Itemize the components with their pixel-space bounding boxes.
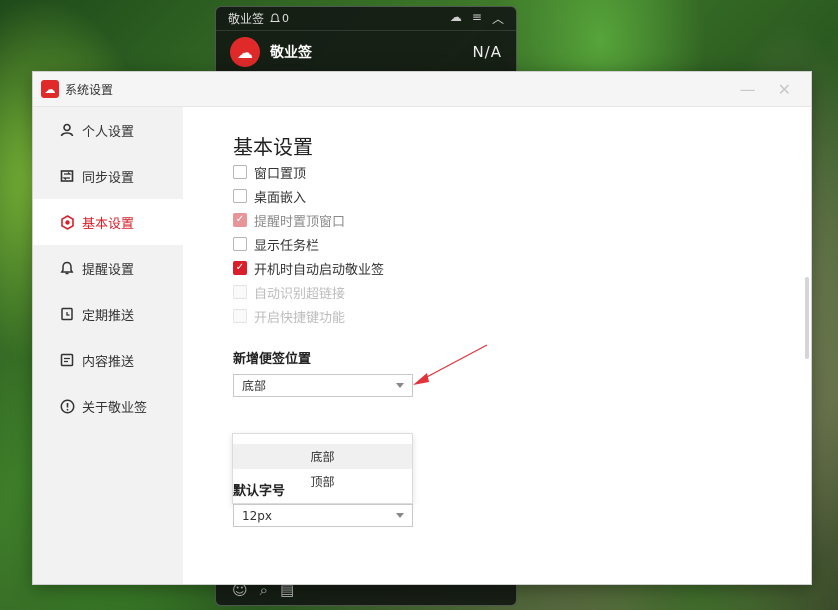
sidebar-item-sync[interactable]: 同步设置 — [33, 153, 183, 199]
sidebar-item-label: 内容推送 — [82, 354, 135, 370]
options-list: 窗口置顶 桌面嵌入 ✓ 提醒时置顶窗口 显示任务栏 ✓ 开机时自动启动敬业签 自… — [233, 160, 384, 328]
dropdown-option-bottom[interactable]: 底部 — [233, 444, 412, 469]
sidebar-item-label: 基本设置 — [82, 216, 135, 232]
checkbox[interactable] — [233, 237, 247, 251]
font-size-select[interactable]: 12px — [233, 504, 413, 527]
chevron-down-icon — [396, 513, 404, 518]
mini-bell[interactable]: 0 — [270, 12, 289, 25]
app-icon: ☁ — [41, 80, 59, 98]
option-reminder-top: ✓ 提醒时置顶窗口 — [233, 208, 384, 232]
position-label: 新增便签位置 — [233, 352, 312, 367]
font-size-value: 12px — [242, 508, 272, 523]
checkbox — [233, 285, 247, 299]
sync-icon — [59, 168, 75, 184]
info-icon — [59, 398, 75, 414]
checkbox — [233, 309, 247, 323]
calendar-icon — [59, 306, 75, 322]
chevron-down-icon — [396, 383, 404, 388]
font-size-label: 默认字号 — [233, 484, 286, 499]
bell-count: 0 — [282, 12, 290, 25]
option-desktop-embed[interactable]: 桌面嵌入 — [233, 184, 384, 208]
option-show-taskbar[interactable]: 显示任务栏 — [233, 232, 384, 256]
mini-app-name: 敬业签 — [270, 45, 312, 61]
sidebar-item-label: 同步设置 — [82, 170, 135, 186]
option-label: 窗口置顶 — [254, 166, 307, 182]
section-title: 基本设置 — [233, 135, 313, 159]
app-logo-icon: ☁ — [230, 37, 260, 67]
settings-icon — [59, 214, 75, 230]
minimize-icon[interactable]: — — [740, 80, 756, 99]
chevron-up-icon[interactable]: ︿ — [492, 10, 504, 27]
option-label: 提醒时置顶窗口 — [254, 214, 346, 230]
user-icon — [59, 122, 75, 138]
checkbox: ✓ — [233, 213, 247, 227]
sidebar-item-personal[interactable]: 个人设置 — [33, 107, 183, 153]
scrollbar[interactable] — [805, 277, 809, 359]
option-auto-hyperlink: 自动识别超链接 — [233, 280, 384, 304]
settings-window: ☁ 系统设置 — ✕ 个人设置 同步设置 基本设置 提醒设置 定期推送 内容推送… — [32, 71, 812, 585]
option-label: 自动识别超链接 — [254, 286, 346, 302]
option-hotkeys: 开启快捷键功能 — [233, 304, 384, 328]
option-window-top[interactable]: 窗口置顶 — [233, 160, 384, 184]
mini-title: 敬业签 — [228, 12, 265, 26]
document-icon — [59, 352, 75, 368]
option-label: 桌面嵌入 — [254, 190, 307, 206]
title-bar[interactable]: ☁ 系统设置 — ✕ — [33, 72, 811, 107]
sidebar-item-label: 提醒设置 — [82, 262, 135, 278]
checkbox[interactable]: ✓ — [233, 261, 247, 275]
option-label: 显示任务栏 — [254, 238, 320, 254]
sidebar-item-label: 关于敬业签 — [82, 400, 148, 416]
settings-panel: 基本设置 窗口置顶 桌面嵌入 ✓ 提醒时置顶窗口 显示任务栏 ✓ 开机时自动启动… — [183, 107, 811, 584]
annotation-arrow — [413, 344, 488, 385]
checkbox[interactable] — [233, 165, 247, 179]
sidebar: 个人设置 同步设置 基本设置 提醒设置 定期推送 内容推送 关于敬业签 — [33, 107, 183, 584]
sidebar-item-reminder[interactable]: 提醒设置 — [33, 245, 183, 291]
position-select[interactable]: 底部 — [233, 374, 413, 397]
sidebar-item-content-push[interactable]: 内容推送 — [33, 337, 183, 383]
option-auto-start[interactable]: ✓ 开机时自动启动敬业签 — [233, 256, 384, 280]
sidebar-item-label: 定期推送 — [82, 308, 135, 324]
sidebar-item-about[interactable]: 关于敬业签 — [33, 383, 183, 429]
menu-icon[interactable]: ≡ — [472, 10, 482, 27]
bell-icon — [270, 13, 280, 22]
option-label: 开启快捷键功能 — [254, 310, 346, 326]
position-select-value: 底部 — [242, 379, 267, 393]
mini-row[interactable]: ☁ 敬业签 N/A — [216, 31, 516, 73]
sidebar-item-label: 个人设置 — [82, 124, 135, 140]
bell-icon — [59, 260, 75, 276]
window-title: 系统设置 — [65, 82, 114, 97]
option-label: 开机时自动启动敬业签 — [254, 262, 385, 278]
checkbox[interactable] — [233, 189, 247, 203]
mini-value: N/A — [472, 43, 502, 61]
sidebar-item-scheduled-push[interactable]: 定期推送 — [33, 291, 183, 337]
cloud-icon[interactable]: ☁ — [450, 10, 462, 27]
sidebar-item-basic[interactable]: 基本设置 — [33, 199, 183, 245]
close-icon[interactable]: ✕ — [778, 80, 791, 99]
mini-header: 敬业签 0 ☁ ≡ ︿ — [216, 7, 516, 31]
